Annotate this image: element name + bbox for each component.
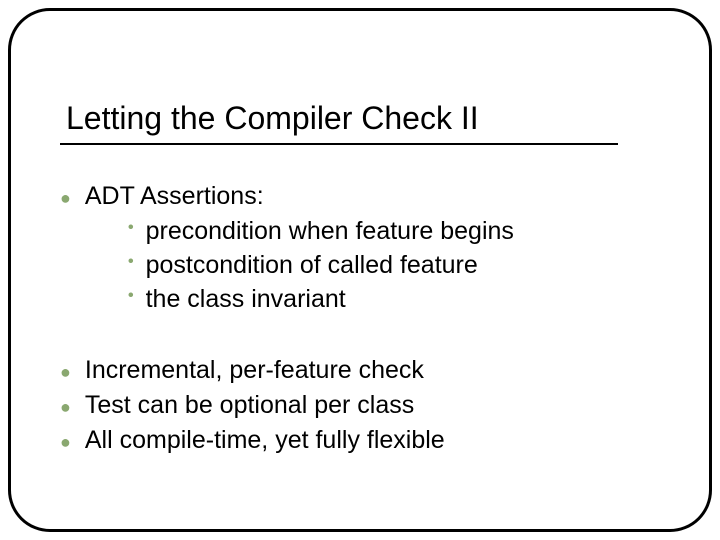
bullet-item: ● Incremental, per-feature check [60,354,670,387]
dot-bullet-icon: • [128,285,134,306]
sub-bullet-text: precondition when feature begins [146,215,514,248]
disc-bullet-icon: ● [60,187,71,211]
sub-bullet-text: the class invariant [146,283,346,316]
bullet-item: ● All compile-time, yet fully flexible [60,424,670,457]
bullet-item: ● Test can be optional per class [60,389,670,422]
bullet-text: ADT Assertions: [85,180,264,213]
disc-bullet-icon: ● [60,431,71,455]
sub-bullet-text: postcondition of called feature [146,249,478,282]
bullet-text: Incremental, per-feature check [85,354,424,387]
bullet-text: All compile-time, yet fully flexible [85,424,445,457]
slide-body: ● ADT Assertions: • precondition when fe… [60,180,670,459]
disc-bullet-icon: ● [60,361,71,385]
title-wrap: Letting the Compiler Check II [60,100,660,145]
bullet-text: Test can be optional per class [85,389,414,422]
sub-bullet-item: • postcondition of called feature [128,249,670,282]
dot-bullet-icon: • [128,217,134,238]
spacer [60,336,670,354]
bullet-item: ● ADT Assertions: [60,180,670,213]
sub-bullet-group: • precondition when feature begins • pos… [128,215,670,316]
dot-bullet-icon: • [128,251,134,272]
disc-bullet-icon: ● [60,396,71,420]
slide-title: Letting the Compiler Check II [60,100,485,141]
sub-bullet-item: • the class invariant [128,283,670,316]
sub-bullet-item: • precondition when feature begins [128,215,670,248]
title-underline [60,143,618,145]
